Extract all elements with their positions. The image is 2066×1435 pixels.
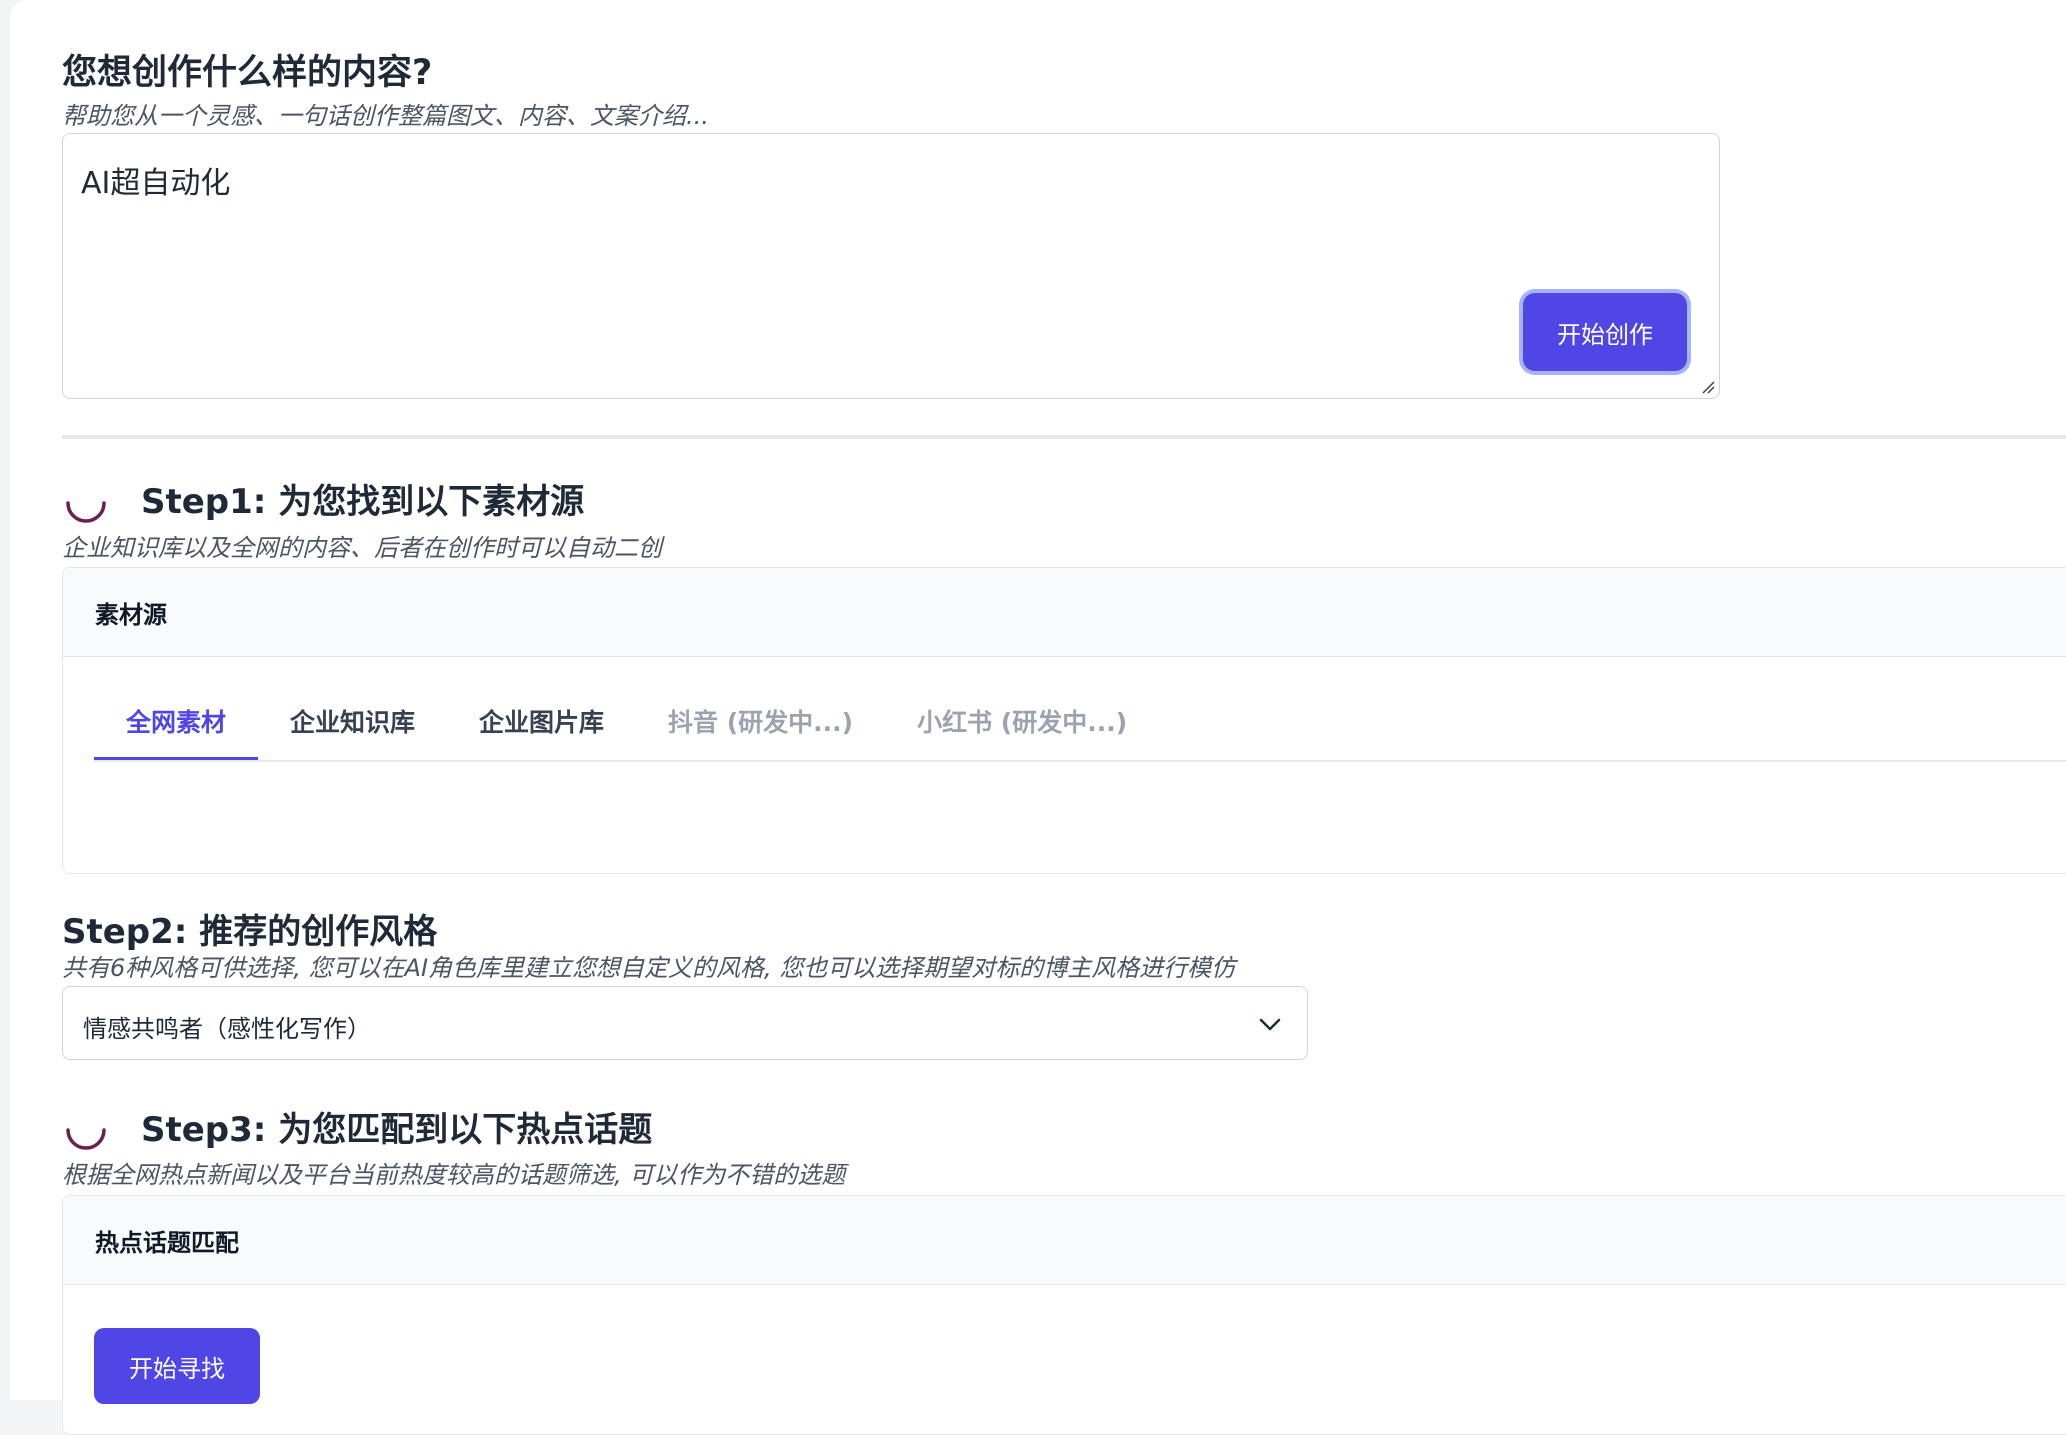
tab-web-material[interactable]: 全网素材 xyxy=(94,684,259,760)
prompt-subtitle: 帮助您从一个灵感、一句话创作整篇图文、内容、文案介绍... xyxy=(62,102,709,130)
section-divider xyxy=(62,435,2066,439)
step2-subtitle: 共有6种风格可供选择, 您可以在AI角色库里建立您想自定义的风格, 您也可以选择… xyxy=(62,954,1236,982)
tab-enterprise-knowledge[interactable]: 企业知识库 xyxy=(258,684,447,758)
source-card-title: 素材源 xyxy=(63,568,2066,657)
step1-title: Step1: 为您找到以下素材源 xyxy=(141,482,585,522)
chevron-down-icon[interactable] xyxy=(1257,1011,1283,1037)
resize-handle-icon[interactable] xyxy=(1701,380,1715,394)
step3-title: Step3: 为您匹配到以下热点话题 xyxy=(141,1110,653,1150)
prompt-title: 您想创作什么样的内容? xyxy=(62,56,432,91)
step2-title: Step2: 推荐的创作风格 xyxy=(62,912,438,952)
start-create-button[interactable]: 开始创作 xyxy=(1523,293,1687,371)
content-textarea[interactable]: AI超自动化 xyxy=(62,133,1720,399)
start-find-button[interactable]: 开始寻找 xyxy=(94,1328,260,1404)
tab-xiaohongshu[interactable]: 小红书 (研发中...) xyxy=(885,684,1159,758)
step1-subtitle: 企业知识库以及全网的内容、后者在创作时可以自动二创 xyxy=(62,534,662,562)
prompt-title-text: 您想创作什么样的内容? xyxy=(62,53,433,93)
hot-topic-card: 热点话题匹配 开始寻找 xyxy=(62,1195,2066,1435)
style-select-value[interactable]: 情感共鸣者（感性化写作） xyxy=(83,1009,371,1044)
loading-spinner-icon xyxy=(66,1128,106,1150)
source-card: 素材源 全网素材 企业知识库 企业图片库 抖音 (研发中...) 小红书 (研发… xyxy=(62,567,2066,874)
content-textarea-value[interactable]: AI超自动化 xyxy=(81,158,230,202)
loading-spinner-icon xyxy=(66,501,106,523)
tab-enterprise-images[interactable]: 企业图片库 xyxy=(447,684,636,758)
tab-douyin[interactable]: 抖音 (研发中...) xyxy=(636,684,885,758)
source-tabs: 全网素材 企业知识库 企业图片库 抖音 (研发中...) 小红书 (研发中...… xyxy=(94,684,2066,762)
step3-subtitle: 根据全网热点新闻以及平台当前热度较高的话题筛选, 可以作为不错的选题 xyxy=(62,1161,846,1189)
hot-topic-card-title: 热点话题匹配 xyxy=(63,1196,2066,1285)
style-select[interactable]: 情感共鸣者（感性化写作） xyxy=(62,986,1308,1060)
